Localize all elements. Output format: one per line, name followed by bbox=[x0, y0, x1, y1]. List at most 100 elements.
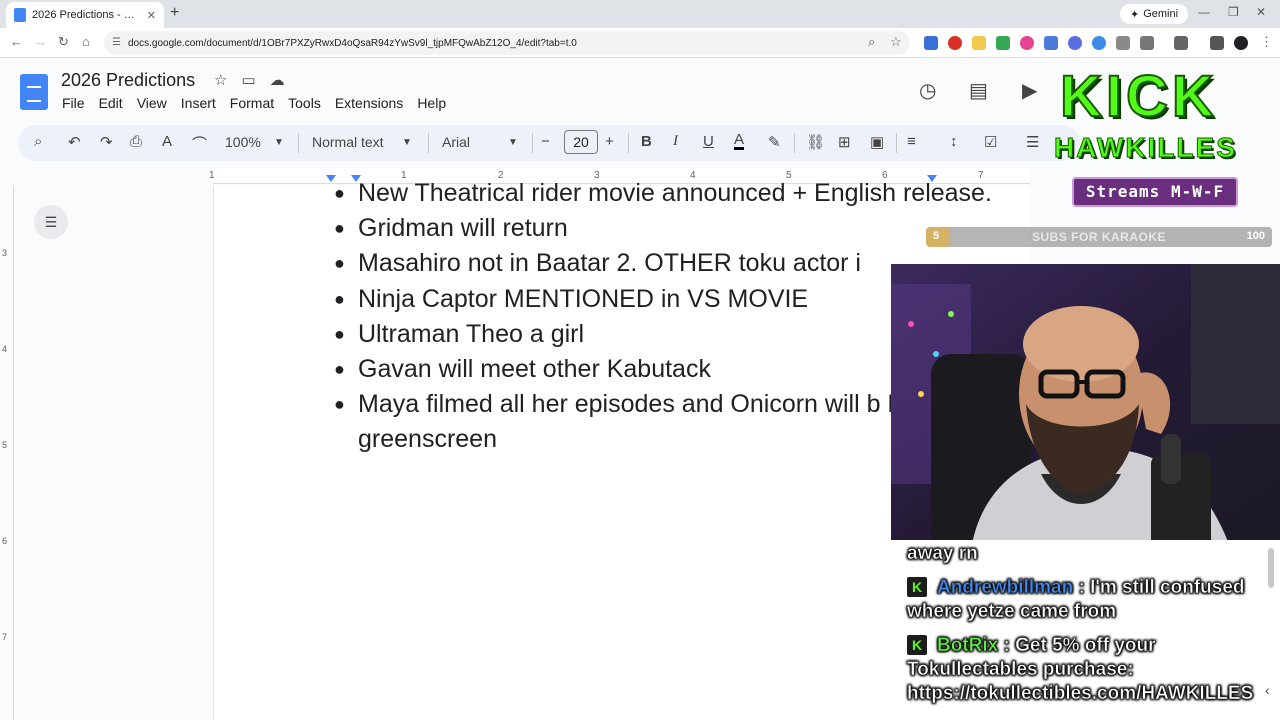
new-tab-button[interactable]: + bbox=[170, 4, 179, 22]
browser-tab-strip: 2026 Predictions - Google Docs ✕ + ✦ Gem… bbox=[0, 0, 1280, 28]
channel-logo: KICK HAWKILLES bbox=[1050, 66, 1260, 168]
toolbar-divider bbox=[794, 133, 795, 153]
gemini-icon: ✦ bbox=[1130, 8, 1140, 21]
vertical-ruler: 3 4 5 6 7 bbox=[0, 186, 14, 720]
forward-icon[interactable]: → bbox=[34, 34, 47, 49]
line-spacing-icon[interactable]: ↕ bbox=[950, 133, 958, 150]
zoom-icon[interactable]: ⌕ bbox=[868, 34, 875, 50]
logo-text-kick: KICK bbox=[1059, 64, 1218, 129]
ruler-number: 3 bbox=[2, 248, 8, 258]
link-icon[interactable]: ⛓ bbox=[806, 133, 825, 151]
menu-edit[interactable]: Edit bbox=[99, 95, 123, 111]
logo-text-hawkilles: HAWKILLES bbox=[1054, 132, 1237, 164]
reload-icon[interactable]: ↻ bbox=[58, 34, 69, 50]
extension-icon[interactable] bbox=[1044, 36, 1058, 50]
chevron-down-icon[interactable]: ▼ bbox=[508, 137, 518, 148]
docs-tab-icon bbox=[14, 8, 26, 22]
bookmark-star-icon[interactable]: ☆ bbox=[890, 34, 902, 50]
menu-help[interactable]: Help bbox=[417, 95, 446, 111]
subs-goal-bar: 5 SUBS FOR KARAOKE 100 bbox=[926, 227, 1272, 247]
font-select[interactable]: Arial bbox=[442, 134, 470, 150]
menu-insert[interactable]: Insert bbox=[181, 95, 216, 111]
menu-file[interactable]: File bbox=[62, 95, 85, 111]
restore-icon[interactable]: ❐ bbox=[1228, 5, 1239, 19]
italic-icon[interactable]: I bbox=[673, 133, 678, 150]
sidebar-icon[interactable] bbox=[1174, 36, 1188, 50]
chevron-down-icon[interactable]: ▼ bbox=[402, 137, 412, 148]
profile-avatar[interactable] bbox=[1234, 36, 1248, 50]
extension-icon[interactable] bbox=[1092, 36, 1106, 50]
site-info-icon[interactable]: ☰ bbox=[112, 37, 121, 48]
menu-tools[interactable]: Tools bbox=[288, 95, 321, 111]
menu-extensions[interactable]: Extensions bbox=[335, 95, 403, 111]
chat-message: K BotRix : Get 5% off your Tokullectables… bbox=[907, 634, 1272, 706]
image-icon[interactable]: ▣ bbox=[870, 133, 884, 151]
comment-icon[interactable]: ⊞ bbox=[838, 133, 851, 151]
home-icon[interactable]: ⌂ bbox=[82, 34, 90, 49]
extension-icon[interactable] bbox=[1116, 36, 1130, 50]
decrease-font-size-icon[interactable]: − bbox=[541, 133, 550, 150]
chat-overlay: away rn K Andrewbillman : I'm still confu… bbox=[891, 540, 1280, 720]
chat-scrollbar[interactable] bbox=[1268, 548, 1274, 588]
spellcheck-icon[interactable]: A bbox=[162, 133, 172, 150]
star-icon[interactable]: ☆ bbox=[214, 71, 227, 89]
ruler-number: 1 bbox=[209, 170, 215, 181]
reading-list-icon[interactable] bbox=[1210, 36, 1224, 50]
align-icon[interactable]: ≡ bbox=[907, 133, 916, 150]
docs-toolbar: ⌕ ↶ ↷ ⎙ A ⌒ 100% ▼ Normal text ▼ Arial ▼… bbox=[18, 125, 1080, 161]
list-item[interactable]: New Theatrical rider movie announced + E… bbox=[334, 176, 1034, 211]
style-select[interactable]: Normal text bbox=[312, 134, 384, 150]
undo-icon[interactable]: ↶ bbox=[68, 133, 81, 151]
extension-icon[interactable] bbox=[996, 36, 1010, 50]
extensions-puzzle-icon[interactable] bbox=[1140, 36, 1154, 50]
paint-format-icon[interactable]: ⌒ bbox=[192, 133, 207, 154]
extension-icon[interactable] bbox=[1068, 36, 1082, 50]
toolbar-divider bbox=[298, 133, 299, 153]
redo-icon[interactable]: ↷ bbox=[100, 133, 113, 151]
increase-font-size-icon[interactable]: + bbox=[605, 133, 614, 150]
gemini-button[interactable]: ✦ Gemini bbox=[1120, 4, 1189, 24]
kick-badge-icon: K bbox=[907, 577, 927, 597]
meet-icon[interactable]: ▶ bbox=[1022, 78, 1037, 103]
extension-icon[interactable] bbox=[948, 36, 962, 50]
history-icon[interactable]: ◷ bbox=[919, 78, 936, 103]
toolbar-divider bbox=[628, 133, 629, 153]
chevron-left-icon[interactable]: ‹ bbox=[1265, 682, 1270, 698]
checklist-icon[interactable]: ☑ bbox=[984, 133, 997, 151]
chevron-down-icon[interactable]: ▼ bbox=[274, 137, 284, 148]
menu-view[interactable]: View bbox=[137, 95, 167, 111]
extension-icon[interactable] bbox=[1020, 36, 1034, 50]
underline-icon[interactable]: U bbox=[703, 133, 714, 150]
docs-icon[interactable] bbox=[20, 74, 48, 110]
ruler-number: 6 bbox=[2, 536, 8, 546]
browser-menu-icon[interactable]: ⋮ bbox=[1260, 34, 1273, 50]
bold-icon[interactable]: B bbox=[641, 133, 652, 150]
document-title[interactable]: 2026 Predictions bbox=[61, 70, 195, 91]
toolbar-divider bbox=[532, 133, 533, 153]
ruler-number: 4 bbox=[2, 344, 8, 354]
url-text: docs.google.com/document/d/1OBr7PXZyRwxD… bbox=[128, 37, 577, 49]
search-icon[interactable]: ⌕ bbox=[34, 133, 42, 150]
extension-icon[interactable] bbox=[972, 36, 986, 50]
print-icon[interactable]: ⎙ bbox=[130, 133, 142, 150]
close-tab-icon[interactable]: ✕ bbox=[147, 9, 156, 22]
minimize-icon[interactable]: — bbox=[1198, 5, 1210, 19]
font-size-input[interactable]: 20 bbox=[564, 130, 598, 154]
window-close-icon[interactable]: ✕ bbox=[1256, 5, 1266, 19]
extension-icon[interactable] bbox=[924, 36, 938, 50]
browser-tab[interactable]: 2026 Predictions - Google Docs ✕ bbox=[6, 2, 164, 28]
text-color-icon[interactable]: A bbox=[734, 132, 745, 150]
back-icon[interactable]: ← bbox=[10, 34, 23, 49]
highlight-icon[interactable]: ✎ bbox=[768, 133, 781, 151]
schedule-badge: Streams M-W-F bbox=[1072, 177, 1238, 207]
zoom-select[interactable]: 100% bbox=[225, 134, 261, 150]
address-bar[interactable]: docs.google.com/document/d/1OBr7PXZyRwxD… bbox=[104, 31, 910, 55]
move-icon[interactable]: ▭ bbox=[241, 71, 255, 89]
webcam-feed bbox=[891, 264, 1280, 550]
comments-icon[interactable]: ▤ bbox=[969, 78, 988, 103]
toolbar-divider bbox=[428, 133, 429, 153]
outline-icon[interactable]: ☰ bbox=[34, 205, 68, 239]
menu-format[interactable]: Format bbox=[230, 95, 274, 111]
bullet-list-icon[interactable]: ☰ bbox=[1026, 133, 1039, 151]
cloud-icon[interactable]: ☁ bbox=[270, 71, 285, 89]
